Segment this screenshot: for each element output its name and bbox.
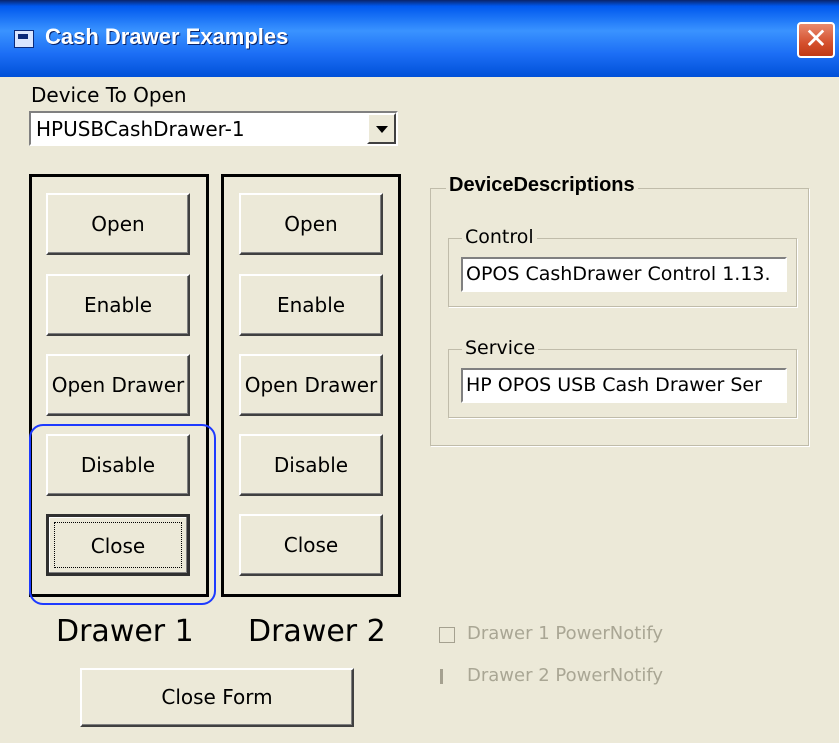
drawer-1-powernotify-label: Drawer 1 PowerNotify [467,623,664,644]
cash-drawer-window: Cash Drawer Examples ✕ Device To Open HP… [0,0,839,743]
control-label: Control [462,226,537,248]
device-to-open-label: Device To Open [31,83,187,107]
drawer-2-label: Drawer 2 [248,614,386,649]
close-form-button[interactable]: Close Form [80,668,354,727]
service-label: Service [462,337,539,359]
drawer-2-enable-button[interactable]: Enable [239,274,383,336]
window-title: Cash Drawer Examples [45,24,289,49]
drawer-1-powernotify-checkbox[interactable] [439,627,455,643]
drawer-1-enable-button[interactable]: Enable [46,274,190,336]
drawer-1-label: Drawer 1 [56,614,194,649]
service-field[interactable]: HP OPOS USB Cash Drawer Ser [461,368,787,403]
device-select-value: HPUSBCashDrawer-1 [36,117,245,141]
app-icon [14,30,34,48]
device-descriptions-title: DeviceDescriptions [446,174,638,197]
drawer-2-open-drawer-button[interactable]: Open Drawer [239,354,383,416]
drawer-2-powernotify-checkbox[interactable] [440,669,443,684]
chevron-down-icon[interactable] [367,113,396,144]
control-field[interactable]: OPOS CashDrawer Control 1.13. [461,257,787,292]
title-bar[interactable]: Cash Drawer Examples ✕ [0,0,839,77]
drawer-2-open-button[interactable]: Open [239,193,383,255]
highlight-outline [29,424,216,605]
drawer-1-open-button[interactable]: Open [46,193,190,255]
drawer-2-powernotify-label: Drawer 2 PowerNotify [467,665,664,686]
drawer-2-close-button[interactable]: Close [239,514,383,576]
drawer-1-open-drawer-button[interactable]: Open Drawer [46,354,190,416]
drawer-2-disable-button[interactable]: Disable [239,434,383,496]
device-select[interactable]: HPUSBCashDrawer-1 [29,111,398,146]
close-window-button[interactable]: ✕ [797,22,835,58]
